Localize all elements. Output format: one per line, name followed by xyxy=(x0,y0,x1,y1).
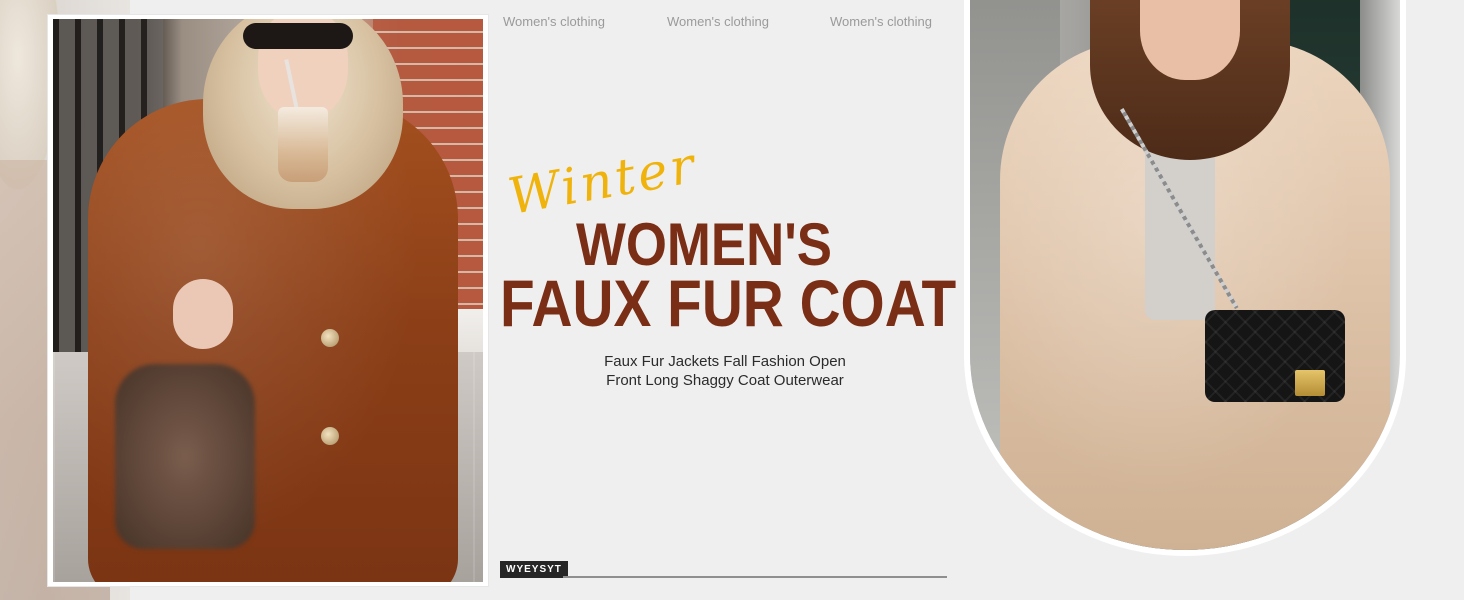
model-hand xyxy=(173,279,233,349)
sunglasses xyxy=(243,23,353,49)
subtitle-line-1: Faux Fur Jackets Fall Fashion Open xyxy=(604,353,846,370)
blurred-backpack xyxy=(115,364,255,549)
iced-coffee-cup xyxy=(278,107,328,182)
coat-button xyxy=(321,427,339,445)
brown-coat-model-photo xyxy=(53,19,483,582)
right-model-photo-frame xyxy=(964,0,1406,556)
product-banner: Women's clothing Women's clothing Women'… xyxy=(0,0,1464,600)
caption-womens-clothing: Women's clothing xyxy=(667,14,769,29)
headline-line-2: FAUX FUR COAT xyxy=(500,266,957,340)
product-subtitle: Faux Fur Jackets Fall Fashion Open Front… xyxy=(560,352,890,390)
beige-coat-model-photo xyxy=(970,0,1400,550)
brand-tag: WYEYSYT xyxy=(500,561,568,578)
gold-clasp-icon xyxy=(1295,370,1325,396)
left-model-photo-frame xyxy=(48,15,488,586)
caption-womens-clothing: Women's clothing xyxy=(830,14,932,29)
subtitle-line-2: Front Long Shaggy Coat Outerwear xyxy=(606,372,844,389)
divider-line xyxy=(563,576,947,578)
caption-womens-clothing: Women's clothing xyxy=(503,14,605,29)
coat-button xyxy=(321,329,339,347)
